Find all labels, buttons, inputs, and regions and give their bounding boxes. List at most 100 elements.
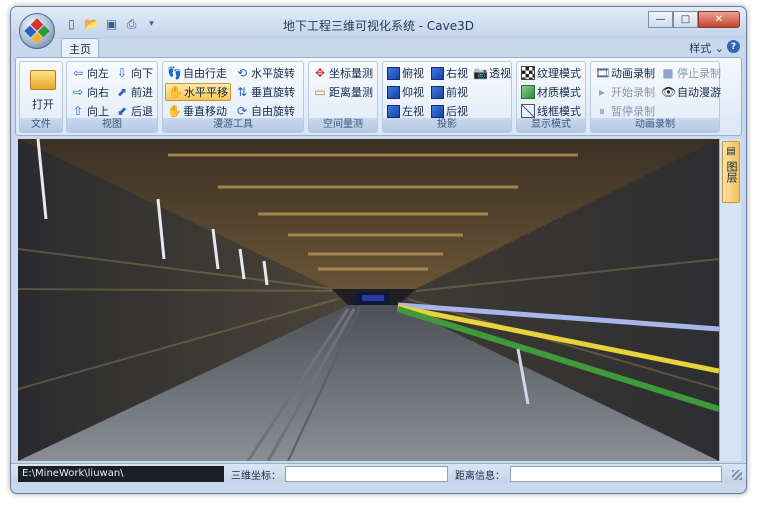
- bottom-view-button[interactable]: 仰视: [385, 83, 426, 101]
- view-forward-button[interactable]: ⬈ 前进: [113, 83, 155, 101]
- group-title-projection: 投影: [383, 118, 511, 132]
- left-view-label: 左视: [402, 105, 424, 118]
- ruler-icon: ▭: [314, 85, 326, 99]
- tab-home[interactable]: 主页: [61, 38, 99, 58]
- vertical-rotate-icon: ⇅: [236, 85, 248, 99]
- cube-right-icon: [431, 66, 444, 80]
- material-icon: [521, 85, 535, 99]
- vertical-rotate-button[interactable]: ⇅ 垂直旋转: [233, 83, 297, 101]
- cube-rear-icon: [431, 104, 444, 118]
- perspective-label: 透视: [489, 67, 511, 80]
- view-forward-label: 前进: [131, 86, 153, 99]
- view-left-label: 向左: [87, 67, 109, 80]
- horizontal-rotate-label: 水平旋转: [251, 67, 295, 80]
- arrow-back-icon: ⬋: [116, 104, 128, 118]
- camera-icon: 📷: [473, 66, 488, 80]
- coord-measure-label: 坐标量测: [329, 67, 373, 80]
- group-title-animation: 动画录制: [591, 118, 719, 132]
- view-down-button[interactable]: ⇩ 向下: [113, 64, 155, 82]
- right-view-button[interactable]: 右视: [429, 64, 470, 82]
- view-right-button[interactable]: ⇨ 向右: [69, 83, 111, 101]
- cube-top-icon: [387, 66, 400, 80]
- texture-mode-button[interactable]: 纹理模式: [519, 64, 583, 82]
- animation-record-button[interactable]: 🎞 动画录制: [593, 64, 657, 82]
- right-view-label: 右视: [446, 67, 468, 80]
- group-file: 打开 文件: [19, 61, 63, 133]
- top-view-button[interactable]: 俯视: [385, 64, 426, 82]
- view-down-label: 向下: [131, 67, 153, 80]
- layers-tab[interactable]: ▤ 图层: [722, 141, 740, 203]
- layers-tab-label: 图层: [725, 161, 738, 183]
- view-up-label: 向上: [87, 105, 109, 118]
- perspective-button[interactable]: 📷 透视: [471, 64, 513, 82]
- stop-record-label: 停止录制: [677, 67, 721, 80]
- window-title: 地下工程三维可视化系统 - Cave3D: [282, 19, 475, 33]
- auto-roam-label: 自动漫游: [677, 86, 721, 99]
- footprint-icon: 👣: [167, 66, 182, 80]
- arrow-left-icon: ⇦: [72, 66, 84, 80]
- checker-texture-icon: [521, 66, 535, 80]
- horizontal-rotate-button[interactable]: ⟲ 水平旋转: [233, 64, 297, 82]
- vertical-rotate-label: 垂直旋转: [251, 86, 295, 99]
- vertical-move-label: 垂直移动: [183, 105, 227, 118]
- open-label: 打开: [32, 98, 54, 111]
- group-roam-tools: 👣 自由行走 ⟲ 水平旋转 ✋ 水平平移 ⇅ 垂直旋转 ✋ 垂直移动 ⟳ 自由旋转 漫游工具: [162, 61, 304, 133]
- view-back-label: 后退: [131, 105, 153, 118]
- group-title-display: 显示模式: [517, 118, 585, 132]
- bottom-view-label: 仰视: [402, 86, 424, 99]
- start-record-label: 开始录制: [611, 86, 655, 99]
- front-view-button[interactable]: 前视: [429, 83, 470, 101]
- minimize-button[interactable]: —: [648, 11, 673, 28]
- group-title-file: 文件: [20, 118, 62, 132]
- maximize-button[interactable]: □: [673, 11, 698, 28]
- distance-label: 距离信息：: [455, 471, 505, 482]
- resize-grip-icon[interactable]: [732, 470, 742, 480]
- horizontal-rotate-icon: ⟲: [236, 66, 248, 80]
- distance-measure-button[interactable]: ▭ 距离量测: [311, 83, 375, 101]
- free-rotate-icon: ⟳: [236, 104, 248, 118]
- rear-view-label: 后视: [446, 105, 468, 118]
- group-title-view: 视图: [67, 118, 157, 132]
- wireframe-mode-label: 线框模式: [537, 105, 581, 118]
- coord-field: [285, 466, 448, 482]
- cube-bottom-icon: [387, 85, 400, 99]
- pause-record-label: 暂停录制: [611, 105, 655, 118]
- current-path: E:\MineWork\liuwan\: [18, 466, 224, 482]
- window-controls: — □ ✕: [648, 11, 740, 28]
- group-view: ⇦ 向左 ⇩ 向下 ⇨ 向右 ⬈ 前进 ⇧ 向上 ⬋ 后退 视图: [66, 61, 158, 133]
- side-panel: ▤ 图层: [719, 139, 741, 461]
- coord-label: 三维坐标：: [231, 471, 281, 482]
- help-icon[interactable]: ?: [727, 40, 740, 53]
- group-title-measure: 空间量测: [309, 118, 377, 132]
- film-icon: 🎞: [595, 66, 611, 80]
- front-view-label: 前视: [446, 86, 468, 99]
- open-folder-icon: [30, 70, 56, 90]
- coord-measure-button[interactable]: ✥ 坐标量测: [311, 64, 375, 82]
- open-button[interactable]: 打开: [23, 66, 63, 116]
- cube-left-icon: [387, 104, 400, 118]
- material-mode-button[interactable]: 材质模式: [519, 83, 583, 101]
- 3d-viewport[interactable]: [18, 139, 719, 461]
- arrow-right-icon: ⇨: [72, 85, 84, 99]
- ribbon: 打开 文件 ⇦ 向左 ⇩ 向下 ⇨ 向右 ⬈ 前进 ⇧ 向上 ⬋ 后退 视图 👣 自由行走 ⟲…: [15, 57, 742, 136]
- horizontal-pan-button[interactable]: ✋ 水平平移: [165, 83, 231, 101]
- arrow-down-icon: ⇩: [116, 66, 128, 80]
- eye-icon: 👁: [661, 85, 677, 99]
- style-menu[interactable]: 样式 ⌄: [689, 40, 724, 56]
- free-walk-button[interactable]: 👣 自由行走: [165, 64, 229, 82]
- distance-field: [510, 466, 722, 482]
- auto-roam-button[interactable]: 👁 自动漫游: [659, 83, 723, 101]
- start-record-button[interactable]: ▸ 开始录制: [593, 83, 657, 101]
- tunnel-scene[interactable]: [18, 139, 719, 461]
- animation-record-label: 动画录制: [611, 67, 655, 80]
- arrow-up-icon: ⇧: [72, 104, 84, 118]
- free-walk-label: 自由行走: [183, 67, 227, 80]
- distance-measure-label: 距离量测: [329, 86, 373, 99]
- view-left-button[interactable]: ⇦ 向左: [69, 64, 111, 82]
- application-menu-button[interactable]: [19, 13, 55, 49]
- close-button[interactable]: ✕: [698, 11, 740, 28]
- stop-record-button[interactable]: ■ 停止录制: [659, 64, 723, 82]
- group-title-roam: 漫游工具: [163, 118, 303, 132]
- status-bar: E:\MineWork\liuwan\ 三维坐标： 距离信息：: [11, 463, 746, 483]
- view-right-label: 向右: [87, 86, 109, 99]
